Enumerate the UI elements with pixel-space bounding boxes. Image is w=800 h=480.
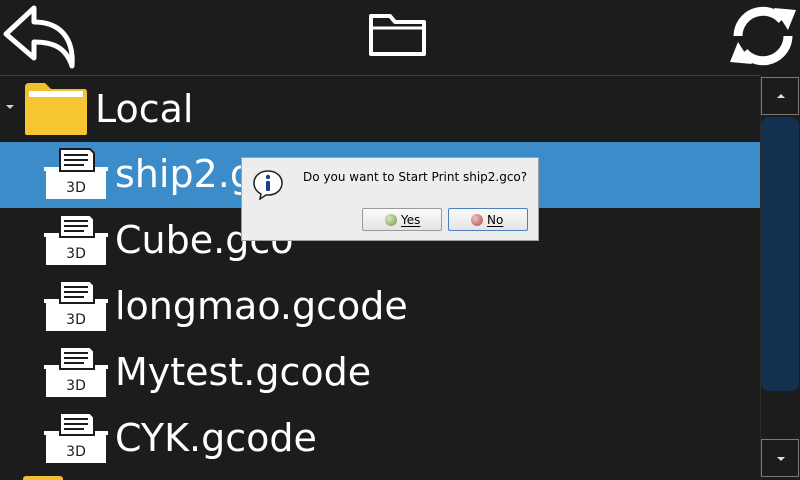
svg-text:3D: 3D bbox=[66, 444, 86, 460]
vertical-scrollbar[interactable] bbox=[760, 75, 800, 480]
top-toolbar bbox=[0, 0, 800, 75]
scroll-up-button[interactable] bbox=[761, 77, 799, 115]
gcode-file-icon: 3D bbox=[44, 346, 108, 397]
file-name: Mytest.gcode bbox=[115, 350, 372, 394]
file-row[interactable]: 3D Mytest.gcode bbox=[0, 340, 760, 406]
back-arrow-icon[interactable] bbox=[0, 2, 80, 70]
no-button[interactable]: No bbox=[448, 208, 528, 231]
folder-icon bbox=[23, 476, 63, 480]
confirm-print-dialog: Do you want to Start Print ship2.gco? Ye… bbox=[241, 157, 539, 241]
collapse-arrow-icon[interactable] bbox=[6, 105, 14, 109]
arrow-up-icon bbox=[777, 94, 785, 98]
scroll-down-button[interactable] bbox=[761, 439, 799, 477]
refresh-icon[interactable] bbox=[726, 0, 800, 72]
dialog-message: Do you want to Start Print ship2.gco? bbox=[303, 170, 528, 184]
file-row[interactable]: 3D longmao.gcode bbox=[0, 274, 760, 340]
scroll-thumb[interactable] bbox=[761, 117, 799, 391]
arrow-down-icon bbox=[777, 457, 785, 461]
folder-icon bbox=[25, 83, 87, 135]
svg-text:3D: 3D bbox=[66, 378, 86, 394]
svg-text:3D: 3D bbox=[66, 180, 86, 196]
gcode-file-icon: 3D bbox=[44, 214, 108, 265]
file-name: longmao.gcode bbox=[115, 284, 408, 328]
file-name: CYK.gcode bbox=[115, 416, 317, 460]
file-row[interactable]: 3D CYK.gcode bbox=[0, 406, 760, 472]
gcode-file-icon: 3D bbox=[44, 148, 108, 199]
yes-icon bbox=[385, 214, 397, 226]
info-icon bbox=[253, 170, 283, 200]
tree-root-label: Local bbox=[95, 87, 194, 131]
yes-button-label: Yes bbox=[401, 213, 421, 227]
folder-icon[interactable] bbox=[366, 8, 430, 60]
svg-text:3D: 3D bbox=[66, 246, 86, 262]
svg-text:3D: 3D bbox=[66, 312, 86, 328]
gcode-file-icon: 3D bbox=[44, 412, 108, 463]
file-tree: Local 3D ship2.gco 3D Cube.gco 3D longma… bbox=[0, 75, 760, 480]
tree-root-local[interactable]: Local bbox=[0, 76, 760, 142]
yes-button[interactable]: Yes bbox=[362, 208, 442, 231]
gcode-file-icon: 3D bbox=[44, 280, 108, 331]
no-icon bbox=[471, 214, 483, 226]
no-button-label: No bbox=[487, 213, 504, 227]
